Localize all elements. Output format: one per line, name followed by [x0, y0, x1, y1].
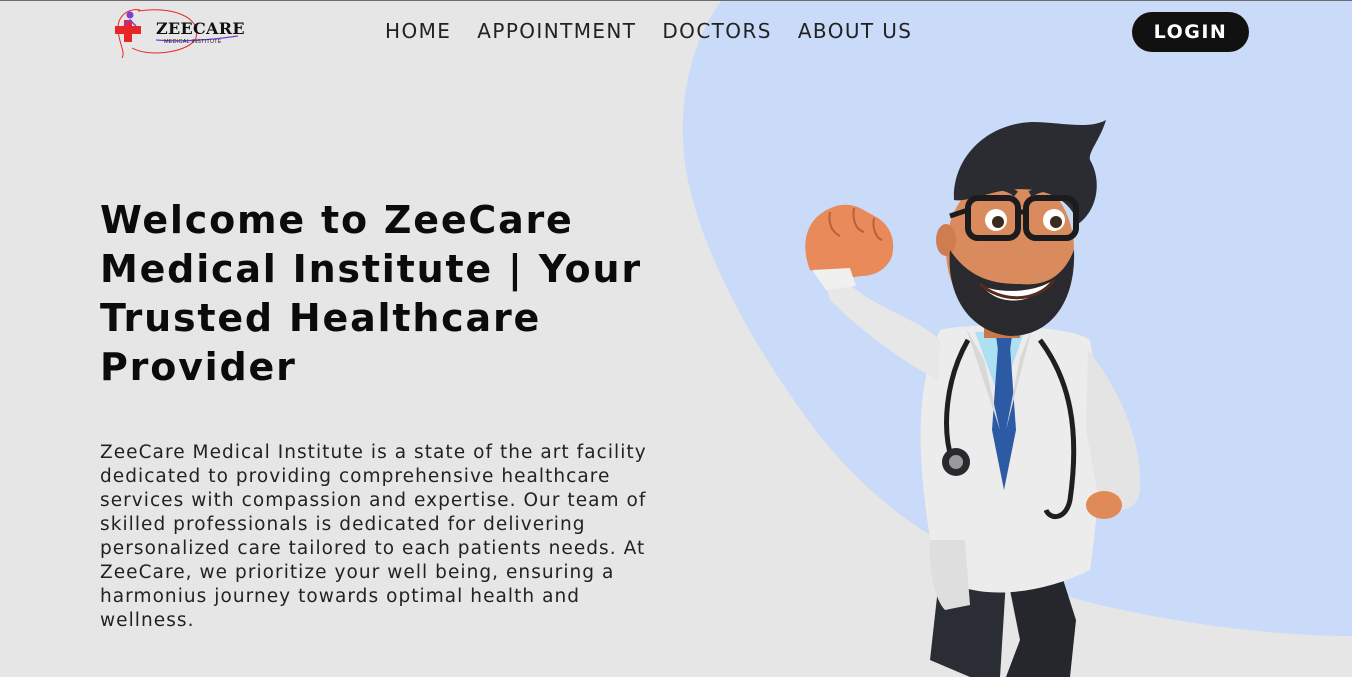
hero-title: Welcome to ZeeCare Medical Institute | Y… [100, 198, 642, 389]
nav-about-us[interactable]: ABOUT US [798, 19, 913, 43]
logo-subtitle: MEDICAL INSTITUTE [164, 39, 222, 45]
nav-home[interactable]: HOME [385, 19, 451, 43]
logo[interactable]: ZEECARE MEDICAL INSTITUTE [110, 8, 250, 60]
navbar: ZEECARE MEDICAL INSTITUTE HOME APPOINTME… [0, 0, 1352, 64]
doctor-illustration [805, 120, 1141, 677]
nav-links: HOME APPOINTMENT DOCTORS ABOUT US [385, 19, 912, 43]
logo-name: ZEECARE [156, 19, 245, 38]
nav-appointment[interactable]: APPOINTMENT [477, 19, 636, 43]
login-button[interactable]: LOGIN [1132, 12, 1249, 52]
hero-description: ZeeCare Medical Institute is a state of … [100, 442, 647, 631]
nav-doctors[interactable]: DOCTORS [662, 19, 771, 43]
